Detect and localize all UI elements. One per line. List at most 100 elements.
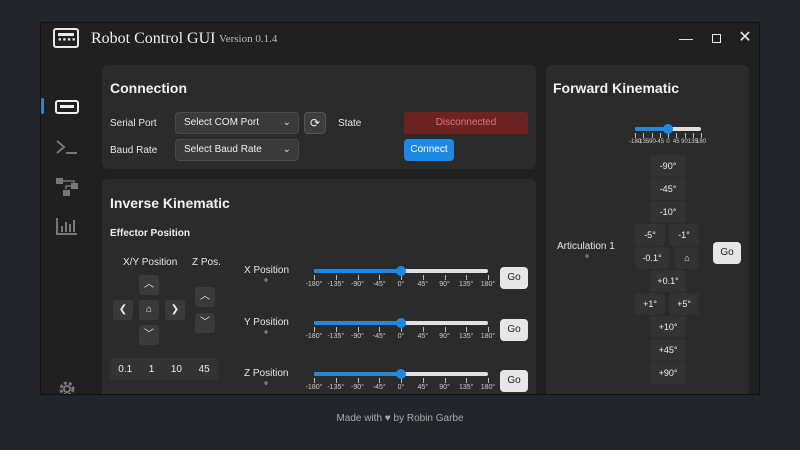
gear-icon [59,381,75,394]
move-up-button[interactable]: ︿ [139,275,159,295]
slider-tick-label: 45° [417,384,429,391]
slider-tick-label: 90° [439,281,450,288]
slider-tick [335,327,337,332]
step-option[interactable]: 10 [167,364,186,375]
fk-go-button[interactable]: Go [713,242,741,264]
slider-fill [314,372,401,376]
chevron-up-icon: ︿ [144,279,154,290]
sidebar [41,55,93,394]
slider-tick [422,275,424,280]
y-position-slider[interactable]: -180° -135° -90° -45° 0° 45° 90° 135° 180° [306,315,495,345]
fk-minus-0-1-button[interactable]: -0.1° [635,247,669,269]
slider-tick-label: 180° [480,384,496,391]
step-option[interactable]: 0.1 [114,364,136,375]
refresh-ports-button[interactable]: ⟳ [304,112,326,134]
articulation-slider[interactable]: -180 -135 -90 -45 0 45 90 135 180 [629,121,706,151]
move-right-button[interactable]: ❯ [165,300,185,320]
chevron-left-icon: ❮ [118,304,128,315]
app-version: Version 0.1.4 [219,33,278,45]
serial-port-select[interactable]: Select COM Port ⌄ [175,112,299,134]
x-position-slider[interactable]: -180° -135° -90° -45° 0° 45° 90° 135° 180° [306,263,496,293]
step-size-selector: 0.1 1 10 45 [110,358,218,380]
maximize-icon [711,34,721,43]
y-go-button[interactable]: Go [500,319,528,341]
minimize-button[interactable]: — [675,27,697,49]
y-position-value: ° [264,330,268,341]
slider-tick-labels: -180° -135° -90° -45° 0° 45° 90° 135° 180° [306,384,496,394]
move-left-button[interactable]: ❮ [113,300,133,320]
fk-minus-10-button[interactable]: -10° [650,201,686,223]
z-position-label: Z Pos. [192,257,221,268]
fk-plus-90-button[interactable]: +90° [650,362,686,384]
slider-knob[interactable] [396,266,406,276]
baud-rate-select[interactable]: Select Baud Rate ⌄ [175,139,299,161]
fk-minus-1-button[interactable]: -1° [669,224,699,246]
slider-tick [422,327,424,332]
slider-tick-label: 135° [459,384,474,391]
controller-icon [55,100,79,114]
fk-plus-45-button[interactable]: +45° [650,339,686,361]
slider-tick-label: -135° [327,384,345,391]
state-label: State [338,118,362,129]
fk-minus-90-button[interactable]: -90° [650,155,686,177]
serial-port-label: Serial Port [110,118,157,129]
settings-button[interactable] [51,375,83,394]
z-go-button[interactable]: Go [500,370,528,392]
sidebar-item-controller[interactable] [51,93,83,121]
effector-position-title: Effector Position [110,228,191,239]
connection-title: Connection [110,80,187,96]
x-go-button[interactable]: Go [500,267,528,289]
fk-minus-45-button[interactable]: -45° [650,178,686,200]
articulation-label: Articulation 1 [557,241,615,252]
inverse-kinematic-title: Inverse Kinematic [110,195,230,211]
z-position-slider[interactable]: -180° -135° -90° -45° 0° 45° 90° 135° 180° [306,366,496,394]
sidebar-item-terminal[interactable] [51,133,83,161]
step-option[interactable]: 45 [195,364,214,375]
slider-tick-label: 45° [417,333,429,340]
slider-tick [422,378,424,383]
slider-tick [357,275,359,280]
slider-tick [357,327,359,332]
slider-tick [466,378,468,383]
fk-plus-5-button[interactable]: +5° [669,293,699,315]
home-button[interactable]: ⌂ [139,300,159,320]
connection-card: Connection Serial Port Select COM Port ⌄… [102,65,536,169]
slider-tick-labels: -180° -135° -90° -45° 0° 45° 90° 135° 180° [306,281,496,291]
maximize-button[interactable] [705,27,727,49]
slider-knob[interactable] [663,124,673,134]
fk-plus-0-1-button[interactable]: +0.1° [650,270,686,292]
sidebar-item-chart[interactable] [51,212,83,240]
slider-tick [659,133,661,138]
z-down-button[interactable]: ﹀ [195,313,215,333]
connect-button[interactable]: Connect [404,139,454,161]
app-window: ▪▪▪▪ Robot Control GUI Version 0.1.4 — ✕… [40,22,760,395]
step-option[interactable]: 1 [145,364,159,375]
xy-position-label: X/Y Position [123,257,178,268]
slider-knob[interactable] [396,369,406,379]
slider-fill [314,269,401,273]
fk-home-button[interactable]: ⌂ [675,247,699,269]
sidebar-item-diagram[interactable] [51,173,83,201]
slider-tick-label: 135° [459,333,474,340]
slider-tick-label: -45° [372,384,386,391]
slider-tick-label: -180° [305,384,323,391]
slider-tick [488,378,489,383]
fk-minus-5-button[interactable]: -5° [635,224,665,246]
slider-tick [379,378,381,383]
slider-fill [314,321,401,325]
slider-tick [684,133,686,138]
z-up-button[interactable]: ︿ [195,287,215,307]
slider-knob[interactable] [396,318,406,328]
slider-tick [466,275,468,280]
close-button[interactable]: ✕ [734,27,756,49]
y-position-label: Y Position [244,317,289,328]
x-position-label: X Position [244,265,290,276]
forward-kinematic-card: Forward Kinematic -180 -135 -90 -45 0 45 90 135… [546,65,749,394]
slider-tick-labels: -180 -135 -90 -45 0 45 90 135 180 [629,139,706,149]
move-down-button[interactable]: ﹀ [139,325,159,345]
slider-tick [444,378,446,383]
fk-plus-1-button[interactable]: +1° [635,293,665,315]
slider-tick [314,275,315,280]
slider-tick-label: 0° [397,333,405,340]
fk-plus-10-button[interactable]: +10° [650,316,686,338]
